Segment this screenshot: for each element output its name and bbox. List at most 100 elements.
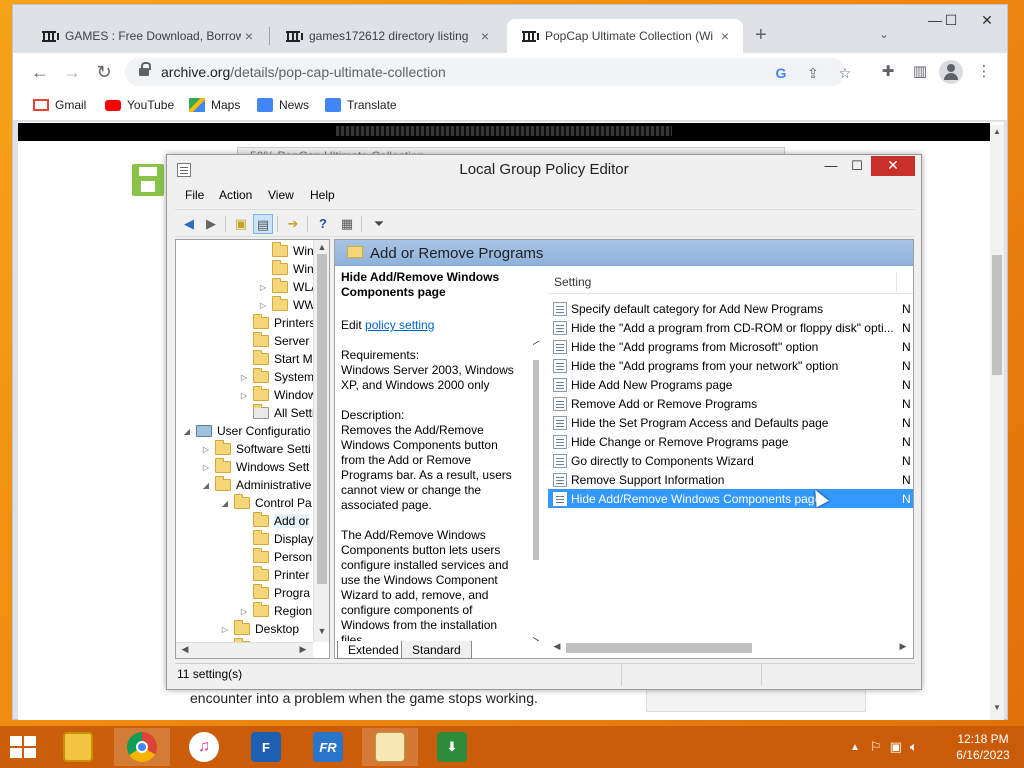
- setting-row[interactable]: Hide the "Add programs from your network…: [548, 356, 913, 375]
- collapse-icon[interactable]: ◢: [182, 427, 192, 436]
- taskbar-gpedit[interactable]: [362, 728, 418, 766]
- close-icon[interactable]: ×: [717, 28, 733, 44]
- scroll-right-icon[interactable]: ▶: [896, 641, 910, 652]
- bookmark-star-icon[interactable]: ☆: [836, 64, 854, 82]
- tree-vertical-scrollbar[interactable]: ▲ ▼: [313, 240, 329, 642]
- tab-directory-listing[interactable]: games172612 directory listing ×: [271, 19, 503, 53]
- expand-icon[interactable]: ▷: [239, 607, 249, 616]
- profile-avatar[interactable]: [939, 60, 963, 84]
- forward-icon[interactable]: →: [61, 61, 83, 83]
- menu-icon[interactable]: ⋮: [973, 61, 995, 83]
- tree-node[interactable]: Server: [239, 332, 309, 350]
- scroll-left-icon[interactable]: ◀: [178, 644, 192, 655]
- tab-standard[interactable]: Standard: [401, 641, 472, 659]
- expand-icon[interactable]: ▷: [258, 283, 268, 292]
- scrollbar-thumb[interactable]: [566, 643, 752, 653]
- column-header-setting[interactable]: Setting: [548, 272, 913, 294]
- expand-icon[interactable]: ▷: [258, 301, 268, 310]
- setting-row[interactable]: Hide Change or Remove Programs page N: [548, 432, 913, 451]
- setting-row[interactable]: Go directly to Components Wizard N: [548, 451, 913, 470]
- list-horizontal-scrollbar[interactable]: ◀ ▶: [548, 640, 913, 656]
- chevron-down-icon[interactable]: ﹀: [531, 634, 540, 646]
- tree-node[interactable]: Printers: [239, 314, 315, 332]
- bookmark-news[interactable]: News: [257, 98, 309, 112]
- filter-icon[interactable]: ⏷: [369, 214, 389, 234]
- volume-icon[interactable]: 🔈︎: [910, 739, 918, 755]
- expand-icon[interactable]: ▷: [201, 463, 211, 472]
- tab-games[interactable]: GAMES : Free Download, Borrow ×: [27, 19, 267, 53]
- setting-row[interactable]: Hide the "Add programs from Microsoft" o…: [548, 337, 913, 356]
- taskbar-file-explorer[interactable]: [50, 728, 106, 766]
- scrollbar-thumb[interactable]: [533, 360, 539, 560]
- share-icon[interactable]: ⇪: [804, 64, 822, 82]
- taskbar-itunes[interactable]: ♫: [176, 728, 232, 766]
- close-button[interactable]: ✕: [969, 5, 1005, 35]
- show-hide-tree-icon[interactable]: ▤: [253, 214, 273, 234]
- expand-icon[interactable]: ▷: [239, 391, 249, 400]
- tree-node[interactable]: ◢ Administrative: [201, 476, 311, 494]
- google-lens-icon[interactable]: G: [772, 64, 790, 82]
- start-button[interactable]: [10, 736, 38, 758]
- close-icon[interactable]: ×: [241, 28, 257, 44]
- menu-help[interactable]: Help: [310, 188, 335, 202]
- clock[interactable]: 12:18 PM 6/16/2023: [948, 731, 1018, 763]
- expand-icon[interactable]: ▷: [220, 625, 230, 634]
- taskbar-chrome[interactable]: [114, 728, 170, 766]
- bookmark-youtube[interactable]: YouTube: [105, 98, 174, 112]
- close-icon[interactable]: ×: [477, 28, 493, 44]
- setting-row[interactable]: Hide Add/Remove Windows Components page N: [548, 489, 913, 508]
- tree-node[interactable]: ◢ Control Pa: [220, 494, 312, 512]
- tree-node[interactable]: Progra: [239, 584, 310, 602]
- description-scrollbar[interactable]: ︿ ﹀: [531, 334, 539, 646]
- tree-node[interactable]: Person: [239, 548, 312, 566]
- setting-row[interactable]: Specify default category for Add New Pro…: [548, 299, 913, 318]
- properties-icon[interactable]: ▦: [337, 214, 357, 234]
- extensions-icon[interactable]: ✚: [877, 61, 899, 83]
- reload-icon[interactable]: ↻: [93, 61, 115, 83]
- maximize-button[interactable]: ☐: [933, 5, 969, 35]
- save-icon[interactable]: [132, 164, 164, 196]
- scroll-right-icon[interactable]: ▶: [296, 644, 310, 655]
- back-icon[interactable]: ◀: [179, 214, 199, 234]
- scrollbar-thumb[interactable]: [317, 254, 327, 584]
- tree-node[interactable]: Add or: [239, 512, 310, 530]
- tree-node[interactable]: ▷ System: [239, 368, 314, 386]
- setting-row[interactable]: Hide the Set Program Access and Defaults…: [548, 413, 913, 432]
- up-folder-icon[interactable]: ▣: [231, 214, 251, 234]
- tree-node[interactable]: Display: [239, 530, 313, 548]
- taskbar-download-manager[interactable]: ⬇: [424, 728, 480, 766]
- menu-view[interactable]: View: [268, 188, 294, 202]
- back-icon[interactable]: ←: [29, 61, 51, 83]
- help-icon[interactable]: ?: [313, 214, 333, 234]
- tree-node[interactable]: Printer: [239, 566, 309, 584]
- maximize-button[interactable]: ☐: [843, 157, 871, 177]
- expand-icon[interactable]: ▷: [201, 445, 211, 454]
- menu-action[interactable]: Action: [219, 188, 252, 202]
- page-scrollbar[interactable]: ▲ ▼: [990, 125, 1004, 720]
- close-button[interactable]: ✕: [871, 156, 915, 176]
- forward-icon[interactable]: ▶: [201, 214, 221, 234]
- side-panel-icon[interactable]: ▥: [909, 61, 931, 83]
- url-text[interactable]: archive.org/details/pop-cap-ultimate-col…: [161, 64, 446, 80]
- address-bar[interactable]: archive.org/details/pop-cap-ultimate-col…: [125, 58, 851, 86]
- flag-icon[interactable]: ⚐: [870, 739, 882, 755]
- network-icon[interactable]: ▣: [890, 739, 902, 755]
- scroll-left-icon[interactable]: ◀: [550, 641, 564, 652]
- bookmark-gmail[interactable]: Gmail: [33, 98, 86, 112]
- taskbar-app-f[interactable]: F: [238, 728, 294, 766]
- setting-row[interactable]: Remove Support Information N: [548, 470, 913, 489]
- expand-icon[interactable]: ▷: [239, 373, 249, 382]
- export-list-icon[interactable]: ➔: [283, 214, 303, 234]
- tree-node[interactable]: ▷ Windows Sett: [201, 458, 309, 476]
- scroll-up-icon[interactable]: ▲: [990, 127, 1004, 136]
- tree-node[interactable]: ▷ Desktop: [220, 620, 299, 638]
- setting-row[interactable]: Remove Add or Remove Programs N: [548, 394, 913, 413]
- tab-popcap[interactable]: PopCap Ultimate Collection (Wi ×: [507, 19, 743, 53]
- scroll-up-icon[interactable]: ▲: [314, 242, 329, 252]
- tree-node[interactable]: ▷ Region: [239, 602, 312, 620]
- tree-node[interactable]: ▷ Software Setti: [201, 440, 311, 458]
- bookmark-translate[interactable]: Translate: [325, 98, 397, 112]
- scroll-down-icon[interactable]: ▼: [990, 703, 1004, 712]
- tree-node[interactable]: ◢ User Configuratio: [182, 422, 310, 440]
- setting-row[interactable]: Hide the "Add a program from CD-ROM or f…: [548, 318, 913, 337]
